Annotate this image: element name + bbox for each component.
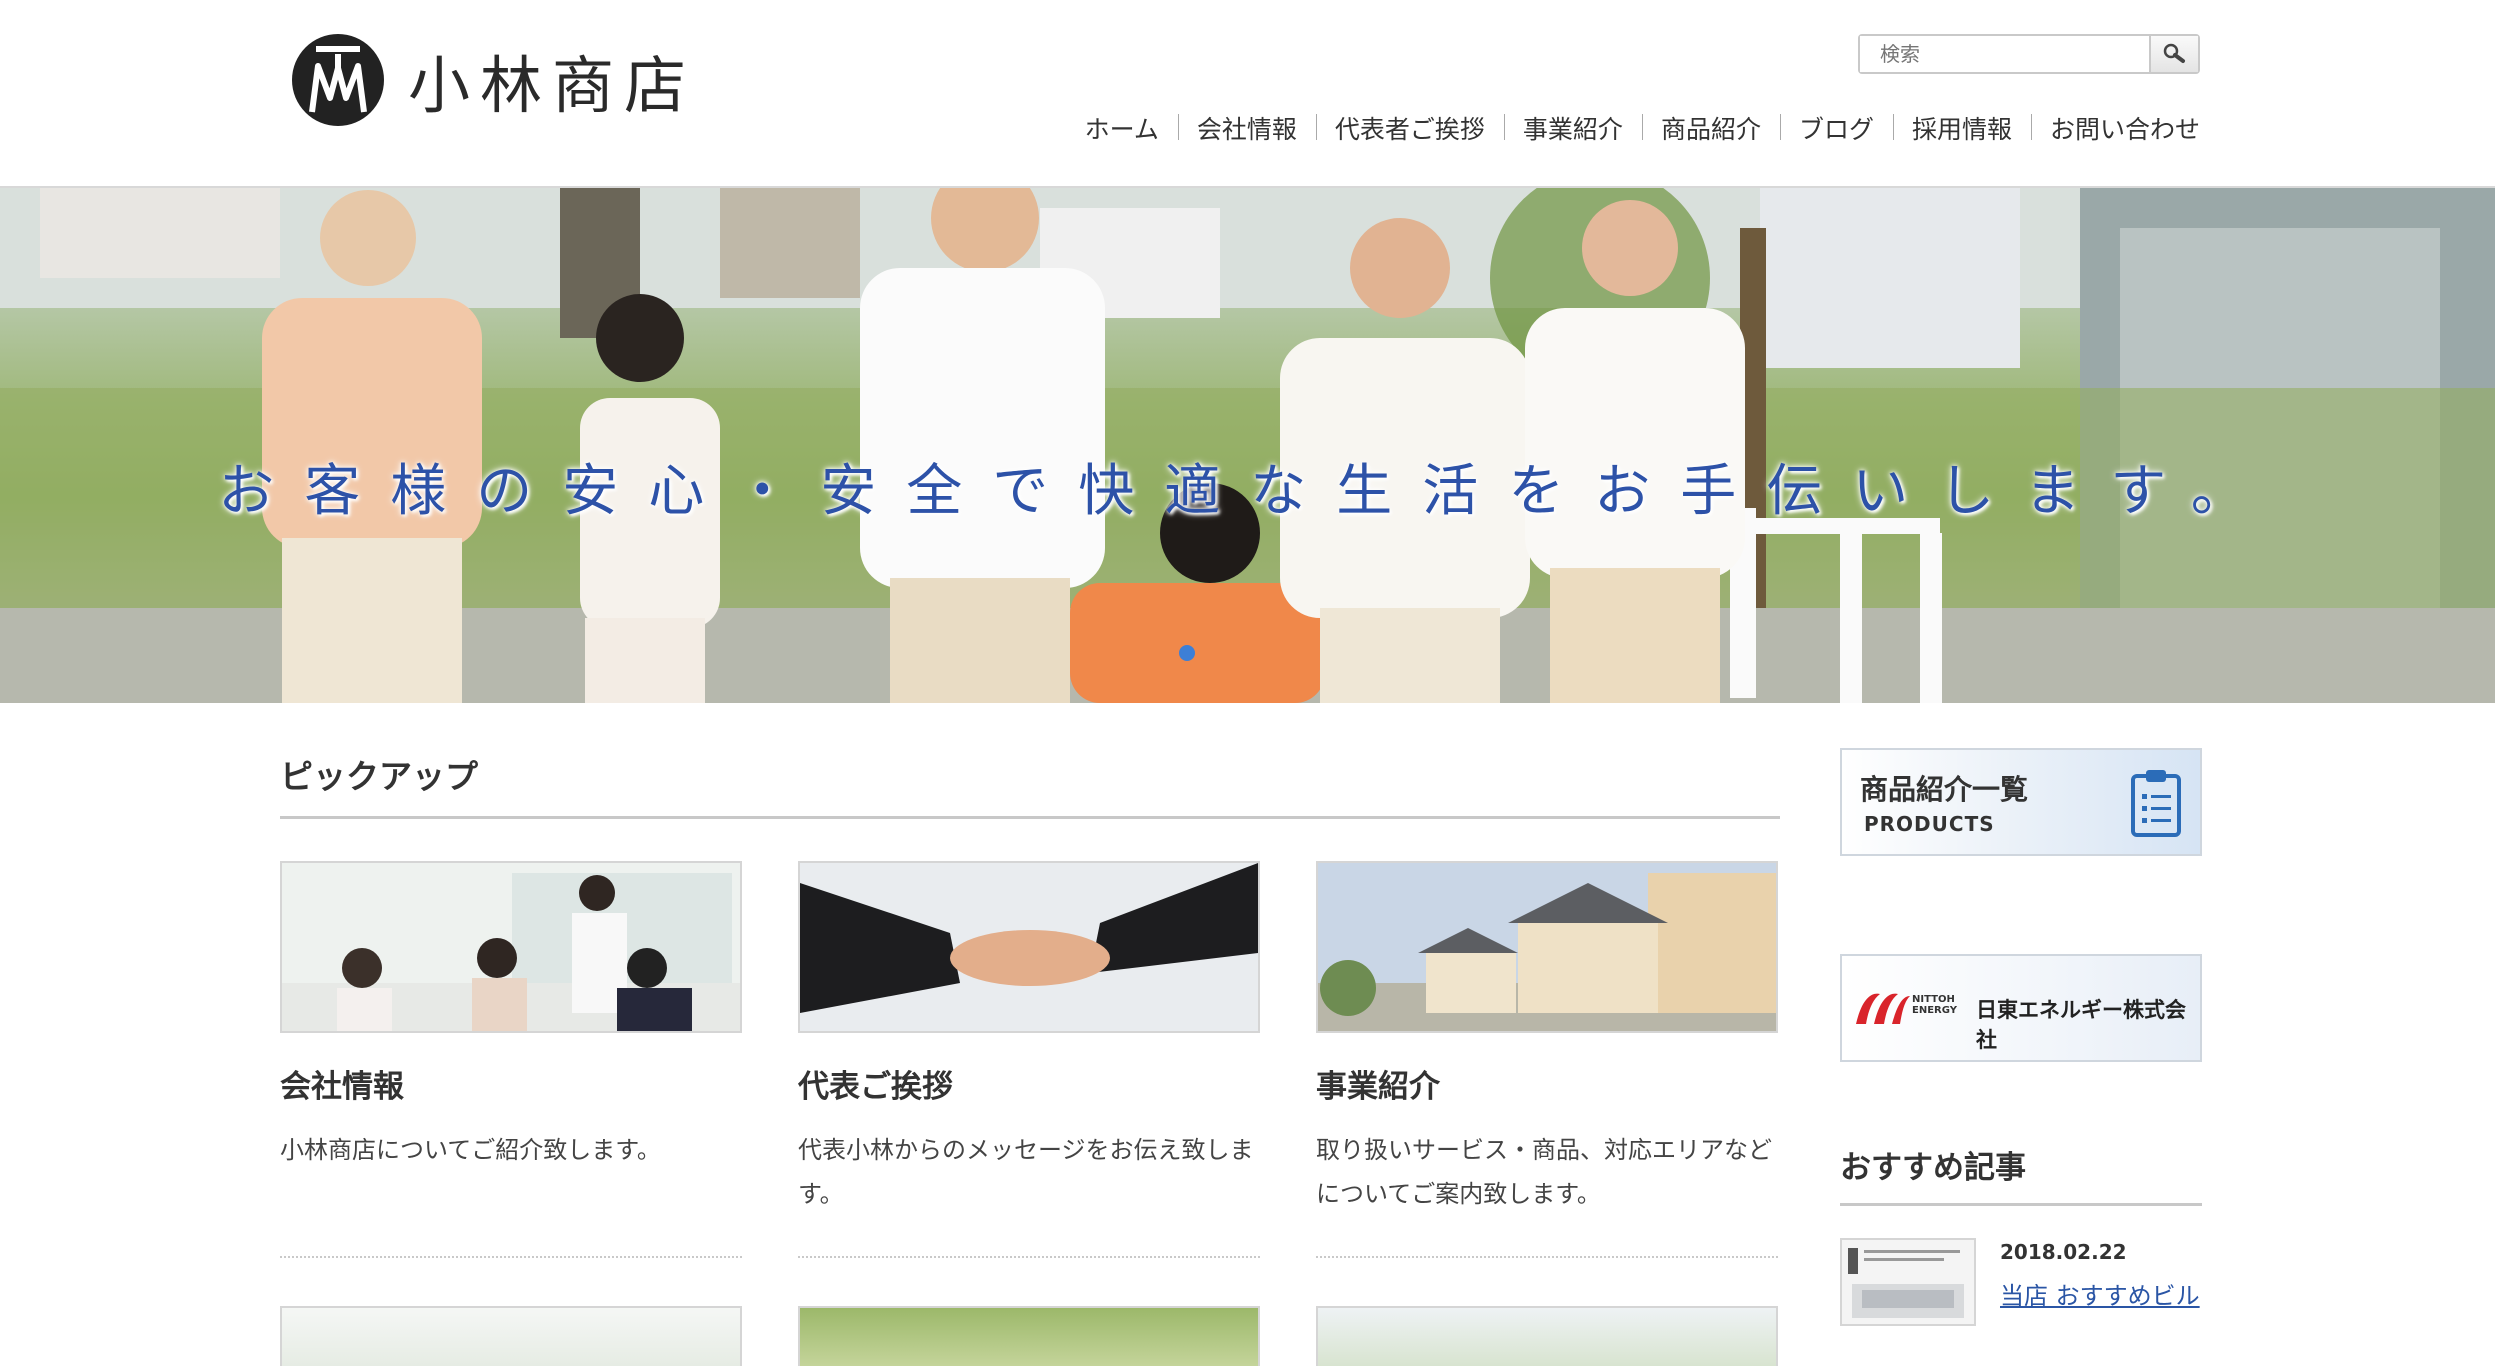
search-box — [1858, 34, 2200, 74]
pickup-cards-row2 — [280, 1306, 1780, 1366]
main-content: ピックアップ 会社情報 小林商店についてご紹介致します。 代表ご挨拶 代表小林か… — [280, 750, 1780, 1366]
nav-products[interactable]: 商品紹介 — [1641, 110, 1780, 146]
card-desc: 小林商店についてご紹介致します。 — [280, 1136, 661, 1164]
pickup-title: ピックアップ — [280, 750, 1780, 819]
nittoh-company-name: 日東エネルギー株式会社 — [1976, 998, 2186, 1052]
card-separator — [1316, 1256, 1778, 1258]
search-input[interactable] — [1860, 36, 2149, 72]
card-desc: 取り扱いサービス・商品、対応エリアなどについてご案内致します。 — [1316, 1136, 1772, 1208]
search-icon — [2163, 43, 2185, 63]
card-desc: 代表小林からのメッセージをお伝え致します。 — [798, 1136, 1254, 1208]
card-title[interactable]: 代表ご挨拶 — [798, 1061, 1260, 1106]
pickup-cards: 会社情報 小林商店についてご紹介致します。 代表ご挨拶 代表小林からのメッセージ… — [280, 861, 1780, 1258]
pickup-card-greeting[interactable]: 代表ご挨拶 代表小林からのメッセージをお伝え致します。 — [798, 861, 1260, 1258]
site-logo[interactable]: 小林商店 — [290, 32, 696, 128]
card-image-row2-1[interactable] — [280, 1306, 742, 1366]
sidebar: 商品紹介一覧 PRODUCTS NITTOH ENERGY 日東エネルギー株式会… — [1840, 748, 2202, 1326]
pickup-card-company[interactable]: 会社情報 小林商店についてご紹介致します。 — [280, 861, 742, 1258]
nittoh-logo-icon — [1856, 993, 1910, 1024]
hero-slider: お客様の安心・安全で快適な生活をお手伝いします。 — [0, 188, 2495, 703]
nav-contact[interactable]: お問い合わせ — [2030, 110, 2200, 146]
recommend-title: おすすめ記事 — [1840, 1142, 2202, 1206]
card-image-row2-2[interactable] — [798, 1306, 1260, 1366]
post-thumbnail[interactable] — [1840, 1238, 1976, 1326]
card-image-handshake[interactable] — [798, 861, 1260, 1033]
post-info: 2018.02.22 当店 おすすめビル — [2000, 1238, 2200, 1326]
pickup-card-business[interactable]: 事業紹介 取り扱いサービス・商品、対応エリアなどについてご案内致します。 — [1316, 861, 1778, 1258]
nav-business[interactable]: 事業紹介 — [1503, 110, 1642, 146]
slider-indicator-dot[interactable] — [1179, 645, 1195, 661]
products-banner[interactable]: 商品紹介一覧 PRODUCTS — [1840, 748, 2202, 856]
card-image-row2-3[interactable] — [1316, 1306, 1778, 1366]
hero-caption: お客様の安心・安全で快適な生活をお手伝いします。 — [218, 459, 2277, 524]
nav-home[interactable]: ホーム — [1066, 110, 1178, 146]
nittoh-energy-banner[interactable]: NITTOH ENERGY 日東エネルギー株式会社 — [1840, 954, 2202, 1062]
post-date: 2018.02.22 — [2000, 1240, 2127, 1264]
products-banner-title: 商品紹介一覧 — [1860, 773, 2029, 806]
logo-text: 小林商店 — [408, 49, 697, 122]
card-separator — [798, 1256, 1260, 1258]
card-title[interactable]: 会社情報 — [280, 1061, 742, 1106]
nav-blog[interactable]: ブログ — [1779, 110, 1893, 146]
logo-mark-icon — [292, 34, 384, 126]
card-image-houses[interactable] — [1316, 861, 1778, 1033]
site-header: 小林商店 ホーム 会社情報 代表者ご挨拶 事業紹介 商品紹介 ブログ 採用情報 … — [0, 0, 2495, 188]
nav-recruit[interactable]: 採用情報 — [1892, 110, 2031, 146]
nittoh-small-text: NITTOH ENERGY — [1912, 994, 1957, 1016]
card-title[interactable]: 事業紹介 — [1316, 1061, 1778, 1106]
card-image-office[interactable] — [280, 861, 742, 1033]
products-banner-subtitle: PRODUCTS — [1864, 812, 1995, 836]
clipboard-icon — [2131, 770, 2181, 837]
post-title-link[interactable]: 当店 おすすめビル — [2000, 1276, 2200, 1311]
nav-greeting[interactable]: 代表者ご挨拶 — [1315, 110, 1504, 146]
search-button[interactable] — [2149, 36, 2198, 72]
nav-company[interactable]: 会社情報 — [1177, 110, 1316, 146]
main-nav: ホーム 会社情報 代表者ご挨拶 事業紹介 商品紹介 ブログ 採用情報 お問い合わ… — [1066, 110, 2200, 146]
card-separator — [280, 1256, 742, 1258]
recommend-post[interactable]: 2018.02.22 当店 おすすめビル — [1840, 1238, 2202, 1326]
